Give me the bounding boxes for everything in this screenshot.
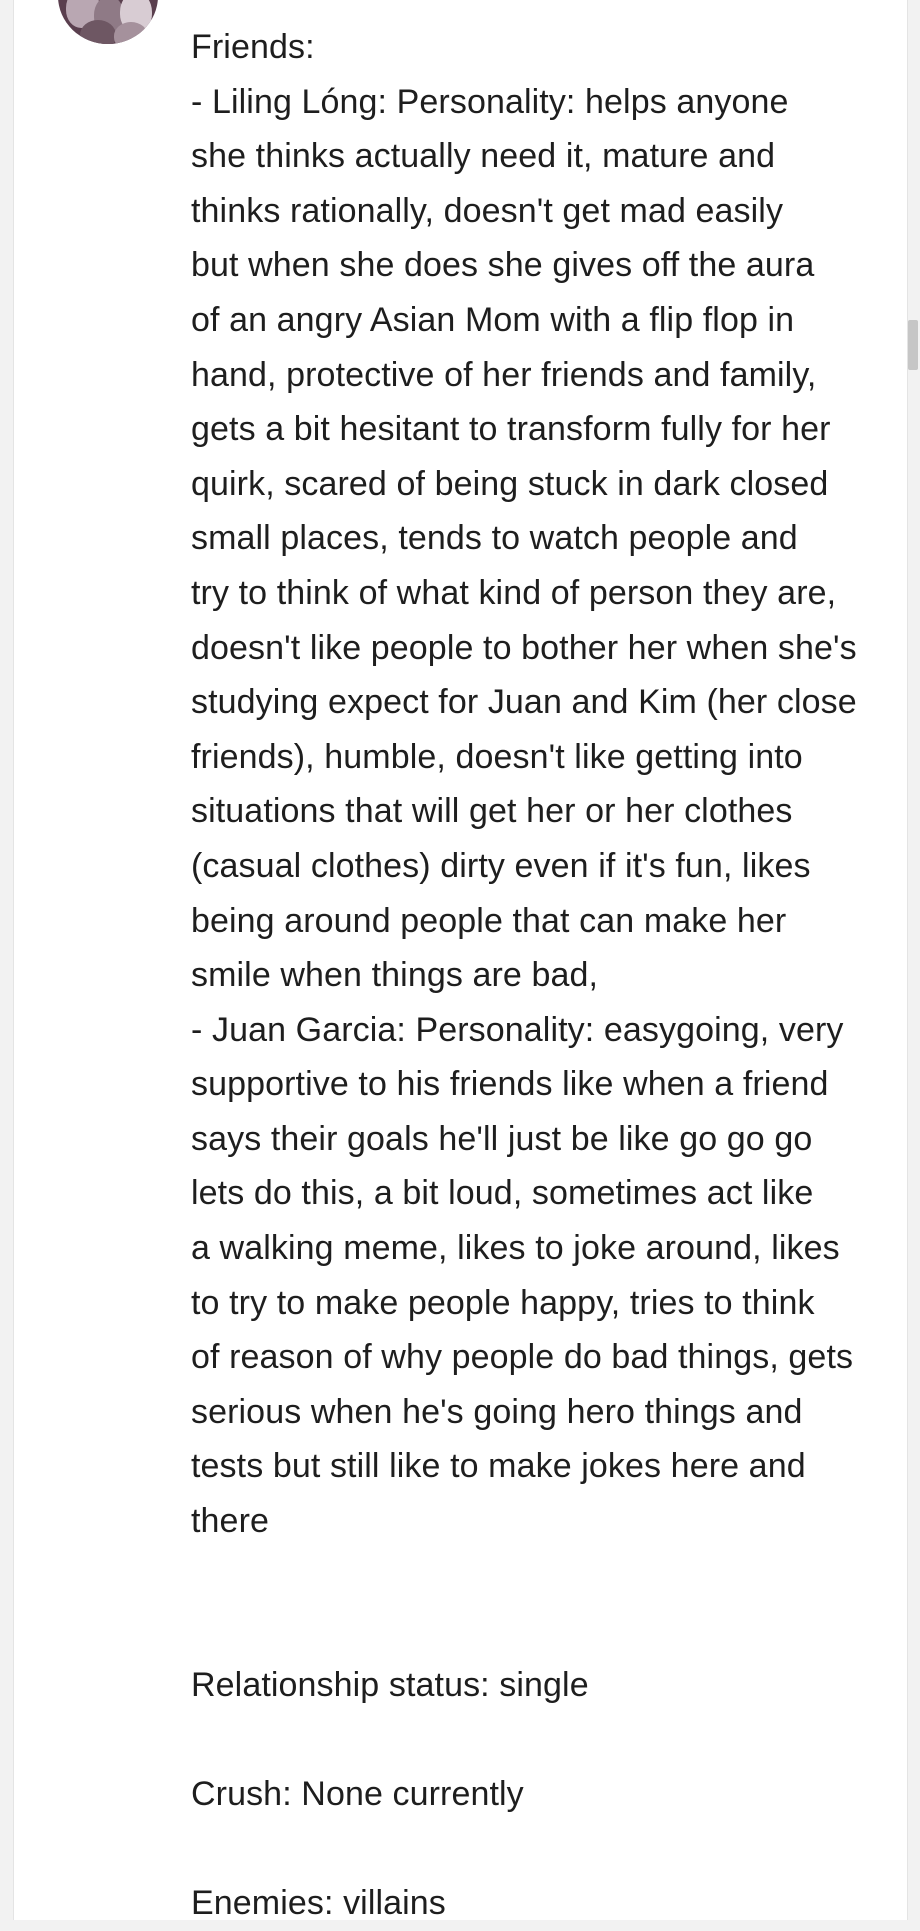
friend-1-line: gets a bit hesitant to transform fully f… (191, 410, 831, 449)
friend-2-line: there (191, 1502, 269, 1541)
relationship-status: Relationship status: single (191, 1665, 589, 1704)
friend-1-line: of an angry Asian Mom with a flip flop i… (191, 300, 795, 339)
friend-2-line: tests but still like to make jokes here … (191, 1447, 806, 1486)
scrollbar-thumb[interactable] (908, 320, 918, 370)
friend-1-line: try to think of what kind of person they… (191, 573, 837, 612)
friends-heading: Friends: (191, 28, 315, 66)
friend-2-line: to try to make people happy, tries to th… (191, 1283, 815, 1322)
friend-1-line: studying expect for Juan and Kim (her cl… (191, 683, 857, 722)
friend-1-line: friends), humble, doesn't like getting i… (191, 737, 803, 776)
friend-1-line: but when she does she gives off the aura (191, 246, 815, 285)
friend-2-line: a walking meme, likes to joke around, li… (191, 1229, 840, 1268)
friend-1-line: - Liling Lóng: Personality: helps anyone (191, 82, 789, 121)
friend-1-line: she thinks actually need it, mature and (191, 137, 776, 176)
friend-1-line: situations that will get her or her clot… (191, 792, 793, 831)
friend-2-line: says their goals he'll just be like go g… (191, 1119, 813, 1158)
friend-1-line: quirk, scared of being stuck in dark clo… (191, 464, 829, 503)
friend-2-line: serious when he's going hero things and (191, 1392, 803, 1431)
friend-1-line: being around people that can make her (191, 901, 787, 940)
friend-1-line: doesn't like people to bother her when s… (191, 628, 857, 667)
friend-2-line: supportive to his friends like when a fr… (191, 1065, 829, 1104)
crush: Crush: None currently (191, 1775, 524, 1813)
friend-1-line: thinks rationally, doesn't get mad easil… (191, 191, 784, 230)
enemies: Enemies: villains (191, 1884, 446, 1923)
friend-1-line: smile when things are bad, (191, 956, 599, 995)
post-page: Friends: - Liling Lóng: Personality: hel… (13, 0, 908, 1922)
friend-2-line: - Juan Garcia: Personality: easygoing, v… (191, 1010, 844, 1049)
friend-1-line: (casual clothes) dirty even if it's fun,… (191, 846, 811, 885)
friend-1-line: small places, tends to watch people and (191, 519, 798, 558)
friend-2-line: lets do this, a bit loud, sometimes act … (191, 1174, 814, 1213)
post-body: Friends: - Liling Lóng: Personality: hel… (191, 20, 911, 1931)
friend-1-line: hand, protective of her friends and fami… (191, 355, 817, 394)
author-avatar[interactable] (58, 0, 158, 44)
friend-2-line: of reason of why people do bad things, g… (191, 1338, 854, 1377)
